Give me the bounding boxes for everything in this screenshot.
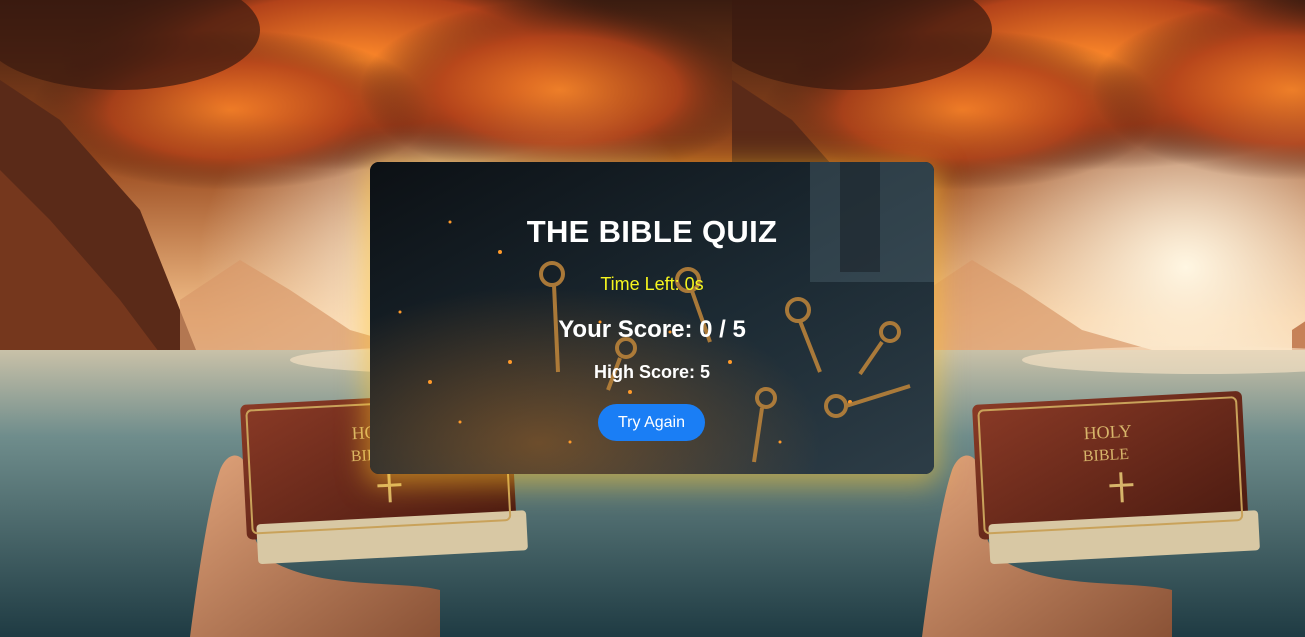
time-left-label: Time Left: 0s: [600, 274, 704, 294]
quiz-title: THE BIBLE QUIZ: [526, 214, 778, 249]
quiz-result-content: THE BIBLE QUIZ Time Left: 0s Your Score:…: [370, 162, 934, 474]
svg-text:BIBLE: BIBLE: [1082, 446, 1129, 465]
score-label: Your Score: 0 / 5: [558, 316, 746, 343]
try-again-button[interactable]: Try Again: [598, 404, 705, 441]
svg-text:HOLY: HOLY: [1083, 421, 1132, 443]
high-score-label: High Score: 5: [593, 362, 711, 382]
quiz-page: HOLY BIBLE HOLY: [0, 0, 1305, 637]
quiz-result-panel: THE BIBLE QUIZ Time Left: 0s Your Score:…: [370, 162, 934, 474]
